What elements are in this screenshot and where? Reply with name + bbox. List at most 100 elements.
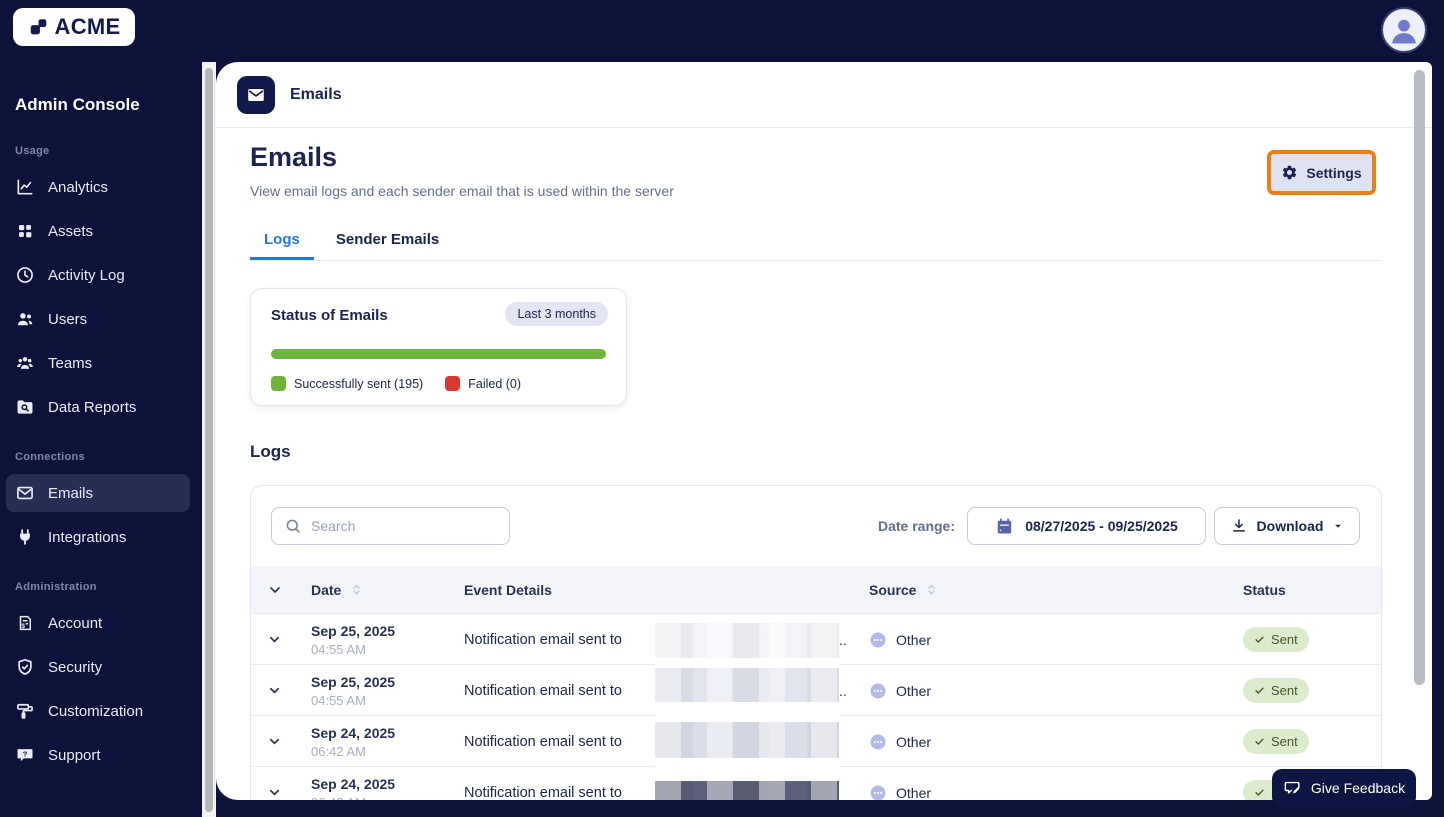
svg-text:?: ? <box>23 750 28 759</box>
status-period-badge: Last 3 months <box>505 302 608 326</box>
sort-icon[interactable] <box>924 582 939 597</box>
row-expand-button[interactable] <box>267 767 282 800</box>
date-range-value: 08/27/2025 - 09/25/2025 <box>1025 518 1178 534</box>
status-badge-sent: Sent <box>1243 627 1309 652</box>
row-expand-button[interactable] <box>267 614 282 665</box>
sidebar-item-assets[interactable]: Assets <box>0 209 202 253</box>
column-header-event-details: Event Details <box>464 566 552 613</box>
content-header: Emails <box>216 62 1432 128</box>
sidebar-item-analytics[interactable]: Analytics <box>0 165 202 209</box>
sidebar-item-label: Users <box>48 310 88 328</box>
row-time: 06:42 AM <box>311 743 366 759</box>
chevron-down-icon <box>270 586 280 593</box>
sidebar-item-customization[interactable]: Customization <box>0 689 202 733</box>
date-range-label: Date range: <box>877 518 955 534</box>
sidebar-scrollbar[interactable] <box>202 62 216 817</box>
sidebar-item-activity-log[interactable]: Activity Log <box>0 253 202 297</box>
tab-bar: Logs Sender Emails <box>250 224 1382 261</box>
chevron-down-icon <box>269 738 280 745</box>
logs-table-card: Date range: 08/27/2025 - 09/25/2025 Down… <box>250 485 1382 800</box>
acme-logo: ACME <box>13 8 135 46</box>
row-date: Sep 25, 2025 <box>311 673 396 690</box>
source-label: Other <box>896 682 932 699</box>
data-reports-icon <box>15 397 35 417</box>
search-box[interactable] <box>271 507 510 545</box>
redacted-recipient-overlay <box>655 614 839 800</box>
source-cell: Other <box>869 614 931 665</box>
settings-highlight-box: Settings <box>1267 150 1376 195</box>
give-feedback-button[interactable]: Give Feedback <box>1272 769 1416 807</box>
column-header-source[interactable]: Source <box>869 566 939 613</box>
source-cell: Other <box>869 767 931 800</box>
row-expand-button[interactable] <box>267 665 282 716</box>
content-scrollbar-thumb[interactable] <box>1414 70 1425 685</box>
check-icon <box>1255 789 1264 796</box>
sidebar-item-account[interactable]: $ Account <box>0 601 202 645</box>
emails-icon <box>15 483 35 503</box>
gear-icon <box>1283 165 1297 180</box>
expand-all-toggle[interactable] <box>267 566 283 613</box>
logs-heading: Logs <box>250 442 291 461</box>
redacted-block <box>655 623 839 658</box>
event-details-cell: Notification email sent to <box>464 733 622 750</box>
give-feedback-label: Give Feedback <box>1310 780 1406 796</box>
content-header-title: Emails <box>290 85 342 103</box>
redacted-block <box>655 781 839 800</box>
event-details-cell: Notification email sent to <box>464 631 622 648</box>
status-cell: Sent <box>1243 614 1309 665</box>
section-label-usage: Usage <box>15 145 50 157</box>
check-icon <box>1255 738 1264 745</box>
sidebar-item-teams[interactable]: Teams <box>0 341 202 385</box>
row-date: Sep 24, 2025 <box>311 775 396 792</box>
date-range-picker[interactable]: 08/27/2025 - 09/25/2025 <box>967 507 1206 545</box>
page-subtitle: View email logs and each sender email th… <box>250 183 674 199</box>
row-expand-button[interactable] <box>267 716 282 767</box>
sidebar-item-emails[interactable]: Emails <box>0 471 202 515</box>
sent-swatch <box>271 376 286 391</box>
details-ellipsis: .. <box>839 631 847 648</box>
status-cell: Sent <box>1243 665 1309 716</box>
sidebar-scrollbar-thumb[interactable] <box>205 68 213 812</box>
sidebar-item-data-reports[interactable]: Data Reports <box>0 385 202 429</box>
caret-down-icon <box>1335 524 1342 528</box>
column-label: Date <box>311 581 342 598</box>
status-badge-sent: Sent <box>1243 678 1309 703</box>
user-avatar[interactable] <box>1381 7 1427 53</box>
mail-icon <box>237 75 275 114</box>
acme-logo-mark <box>30 19 46 35</box>
search-input[interactable] <box>311 518 491 534</box>
calendar-icon <box>997 517 1012 533</box>
source-cell: Other <box>869 665 931 716</box>
source-label: Other <box>896 733 932 750</box>
column-header-date[interactable]: Date <box>311 566 364 613</box>
legend-item-failed: Failed (0) <box>445 376 521 391</box>
sort-icon[interactable] <box>349 582 364 597</box>
settings-button[interactable]: Settings <box>1271 154 1372 191</box>
tab-logs[interactable]: Logs <box>250 224 314 260</box>
other-source-icon <box>870 683 886 698</box>
legend-sent-label: Successfully sent (195) <box>294 376 424 391</box>
sidebar-item-support[interactable]: ? Support <box>0 733 202 777</box>
app-window: ACME Admin Console Usage Analytics Asset… <box>0 0 1444 817</box>
settings-label: Settings <box>1306 164 1362 181</box>
svg-text:$: $ <box>21 623 25 630</box>
section-label-connections: Connections <box>15 451 85 463</box>
download-label: Download <box>1256 518 1324 534</box>
sidebar-item-label: Security <box>48 658 103 676</box>
table-header: Date Event Details Source Status <box>251 566 1381 613</box>
tab-sender-emails[interactable]: Sender Emails <box>322 224 453 260</box>
download-button[interactable]: Download <box>1214 507 1360 545</box>
other-source-icon <box>870 632 886 647</box>
other-source-icon <box>870 785 886 800</box>
column-label: Event Details <box>464 581 552 598</box>
search-icon <box>286 519 300 533</box>
activity-log-icon <box>15 265 35 285</box>
sidebar-item-integrations[interactable]: Integrations <box>0 515 202 559</box>
sidebar-item-label: Data Reports <box>48 398 137 416</box>
chevron-down-icon <box>269 636 280 643</box>
assets-icon <box>15 221 35 241</box>
chevron-down-icon <box>269 789 280 796</box>
chevron-down-icon <box>269 687 280 694</box>
sidebar-item-security[interactable]: Security <box>0 645 202 689</box>
sidebar-item-users[interactable]: Users <box>0 297 202 341</box>
